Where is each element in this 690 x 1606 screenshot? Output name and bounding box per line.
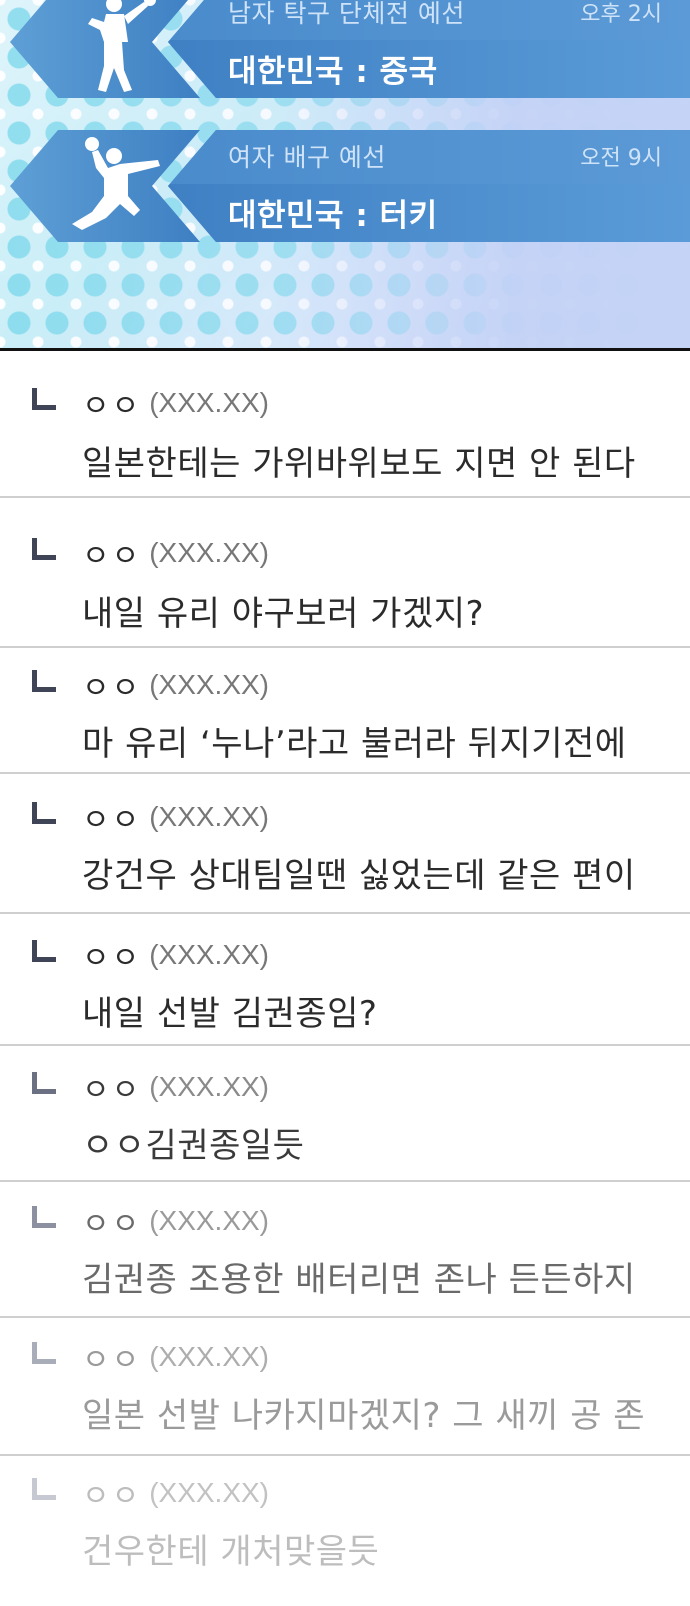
event-time: 오후 2시 [580, 2, 662, 27]
comment-text: 일본한테는 가위바위보도 지면 안 된다 [82, 444, 636, 484]
schedule-item: 남자 탁구 단체전 예선 오후 2시 대한민국 : 중국 [0, 0, 690, 98]
reply-arrow-icon [32, 670, 56, 692]
comment-item: ㅇㅇ (XXX.XX) 마 유리 ‘누나’라고 불러라 뒤지기전에 [0, 648, 690, 774]
comment-text: ㅇㅇ김권종일듯 [82, 1126, 305, 1166]
comment-author[interactable]: ㅇㅇ [82, 1471, 141, 1515]
comment-item: ㅇㅇ (XXX.XX) 강건우 상대팀일땐 싫었는데 같은 편이 [0, 774, 690, 914]
comment-text: 일본 선발 나카지마겠지? 그 새끼 공 존 [82, 1396, 646, 1436]
comment-text: 내일 선발 김권종임? [82, 994, 378, 1034]
reply-arrow-icon [32, 1342, 56, 1364]
comment-ip: (XXX.XX) [149, 537, 270, 568]
volleyball-player-icon [72, 137, 160, 230]
comment-author[interactable]: ㅇㅇ [82, 663, 141, 707]
comment-item: ㅇㅇ (XXX.XX) ㅇㅇ김권종일듯 [0, 1046, 690, 1182]
schedule-banner: 남자 탁구 단체전 예선 오후 2시 대한민국 : 중국 여자 배구 예선 오전… [0, 0, 690, 351]
event-time: 오전 9시 [580, 146, 662, 171]
comment-ip: (XXX.XX) [149, 387, 270, 418]
comment-author[interactable]: ㅇㅇ [82, 795, 141, 839]
comment-item: ㅇㅇ (XXX.XX) 일본 선발 나카지마겠지? 그 새끼 공 존 [0, 1318, 690, 1456]
comment-author[interactable]: ㅇㅇ [82, 933, 141, 977]
comment-author[interactable]: ㅇㅇ [82, 381, 141, 425]
event-name: 여자 배구 예선 [228, 143, 386, 172]
comment-author[interactable]: ㅇㅇ [82, 1065, 141, 1109]
reply-arrow-icon [32, 388, 56, 410]
comment-item: ㅇㅇ (XXX.XX) 내일 유리 야구보러 가겠지? [0, 498, 690, 648]
comment-author[interactable]: ㅇㅇ [82, 1199, 141, 1243]
comment-item: ㅇㅇ (XXX.XX) 일본한테는 가위바위보도 지면 안 된다 [0, 348, 690, 498]
comment-author[interactable]: ㅇㅇ [82, 1335, 141, 1379]
comment-ip: (XXX.XX) [149, 1205, 270, 1236]
comment-text: 건우한테 개처맞을듯 [82, 1532, 380, 1572]
comment-ip: (XXX.XX) [149, 1477, 270, 1508]
event-name: 남자 탁구 단체전 예선 [228, 0, 465, 28]
reply-arrow-icon [32, 538, 56, 560]
reply-arrow-icon [32, 802, 56, 824]
table-tennis-player-icon [88, 0, 156, 92]
comment-item: ㅇㅇ (XXX.XX) 김권종 조용한 배터리면 존나 든든하지 [0, 1182, 690, 1318]
event-matchup: 대한민국 : 터키 [228, 198, 438, 234]
event-matchup: 대한민국 : 중국 [228, 54, 438, 90]
reply-arrow-icon [32, 1206, 56, 1228]
comment-text: 강건우 상대팀일땐 싫었는데 같은 편이 [82, 856, 636, 896]
comment-author[interactable]: ㅇㅇ [82, 531, 141, 575]
reply-arrow-icon [32, 940, 56, 962]
comment-text: 내일 유리 야구보러 가겠지? [82, 594, 485, 634]
reply-arrow-icon [32, 1478, 56, 1500]
reply-arrow-icon [32, 1072, 56, 1094]
schedule-item: 여자 배구 예선 오전 9시 대한민국 : 터키 [0, 130, 690, 242]
comment-ip: (XXX.XX) [149, 1071, 270, 1102]
comment-ip: (XXX.XX) [149, 1341, 270, 1372]
comment-text: 김권종 조용한 배터리면 존나 든든하지 [82, 1260, 636, 1300]
comment-text: 마 유리 ‘누나’라고 불러라 뒤지기전에 [82, 724, 627, 764]
comment-list: ㅇㅇ (XXX.XX) 일본한테는 가위바위보도 지면 안 된다 ㅇㅇ (XXX… [0, 348, 690, 1606]
comment-ip: (XXX.XX) [149, 669, 270, 700]
comment-item: ㅇㅇ (XXX.XX) 내일 선발 김권종임? [0, 914, 690, 1046]
comment-ip: (XXX.XX) [149, 801, 270, 832]
comment-ip: (XXX.XX) [149, 939, 270, 970]
comment-item: ㅇㅇ (XXX.XX) 건우한테 개처맞을듯 [0, 1456, 690, 1606]
